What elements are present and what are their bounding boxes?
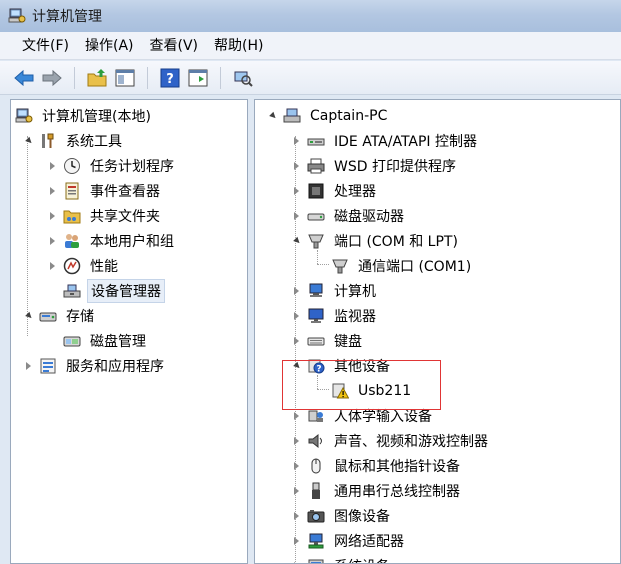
expand-icon[interactable] bbox=[291, 136, 301, 146]
expand-icon[interactable] bbox=[47, 236, 57, 246]
menu-action[interactable]: 操作(A) bbox=[77, 35, 142, 57]
expand-icon[interactable] bbox=[47, 186, 57, 196]
expand-icon[interactable] bbox=[291, 511, 301, 521]
expand-icon[interactable] bbox=[291, 186, 301, 196]
show-hide-tree-icon[interactable] bbox=[113, 66, 137, 90]
collapse-icon[interactable] bbox=[23, 311, 34, 321]
console-tree-pane[interactable]: 计算机管理(本地) 系统工具 任务计划程序 事件查看器 共享文件夹 本地用户和组… bbox=[10, 99, 248, 564]
disk-drive-icon bbox=[307, 207, 325, 225]
tree-item-event-viewer[interactable]: 事件查看器 bbox=[47, 179, 163, 203]
collapse-icon[interactable] bbox=[267, 111, 278, 121]
port-icon bbox=[307, 232, 325, 250]
menu-bar: 文件(F) 操作(A) 查看(V) 帮助(H) bbox=[0, 32, 621, 60]
device-category-usb-controllers[interactable]: 通用串行总线控制器 bbox=[291, 479, 463, 503]
mouse-icon bbox=[307, 457, 325, 475]
tree-item-services-applications[interactable]: 服务和应用程序 bbox=[23, 354, 167, 378]
disk-management-icon bbox=[63, 332, 81, 350]
computer-icon bbox=[307, 282, 325, 300]
help-icon[interactable]: ? bbox=[158, 66, 182, 90]
device-category-processor[interactable]: 处理器 bbox=[291, 179, 379, 203]
tree-item-computer-management[interactable]: 计算机管理(本地) bbox=[15, 104, 154, 128]
expand-icon[interactable] bbox=[291, 311, 301, 321]
up-folder-icon[interactable] bbox=[85, 66, 109, 90]
expand-icon[interactable] bbox=[47, 261, 57, 271]
processor-icon bbox=[307, 182, 325, 200]
tree-item-performance[interactable]: 性能 bbox=[47, 254, 121, 278]
toolbar-separator bbox=[147, 66, 148, 89]
tree-item-disk-management[interactable]: 磁盘管理 bbox=[63, 329, 149, 353]
system-device-icon bbox=[307, 557, 325, 563]
device-category-mice[interactable]: 鼠标和其他指针设备 bbox=[291, 454, 463, 478]
expand-icon[interactable] bbox=[47, 211, 57, 221]
monitor-icon bbox=[307, 307, 325, 325]
expand-icon[interactable] bbox=[291, 161, 301, 171]
computer-management-icon bbox=[15, 107, 33, 125]
clock-icon bbox=[63, 157, 81, 175]
tools-icon bbox=[39, 132, 57, 150]
device-category-imaging[interactable]: 图像设备 bbox=[291, 504, 393, 528]
device-tree-pane[interactable]: Captain-PC IDE ATA/ATAPI 控制器 WSD 打印提供程序 … bbox=[254, 99, 621, 564]
device-category-monitors[interactable]: 监视器 bbox=[291, 304, 379, 328]
tree-item-storage[interactable]: 存储 bbox=[23, 304, 97, 328]
toolbar-separator bbox=[220, 66, 221, 89]
keyboard-icon bbox=[307, 332, 325, 350]
device-manager-icon bbox=[63, 282, 81, 300]
highlight-annotation-box bbox=[282, 360, 441, 410]
back-icon[interactable] bbox=[12, 66, 36, 90]
camera-icon bbox=[307, 507, 325, 525]
collapse-icon[interactable] bbox=[23, 136, 34, 146]
scan-hardware-icon[interactable] bbox=[231, 66, 255, 90]
expand-icon[interactable] bbox=[47, 161, 57, 171]
device-root-captain-pc[interactable]: Captain-PC bbox=[267, 104, 390, 128]
device-category-system-devices[interactable]: 系统设备 bbox=[291, 554, 393, 563]
performance-icon bbox=[63, 257, 81, 275]
menu-view[interactable]: 查看(V) bbox=[142, 35, 207, 57]
expand-icon[interactable] bbox=[291, 536, 301, 546]
window-title: 计算机管理 bbox=[32, 9, 102, 25]
menu-help[interactable]: 帮助(H) bbox=[206, 35, 271, 57]
users-icon bbox=[63, 232, 81, 250]
tree-item-local-users-groups[interactable]: 本地用户和组 bbox=[47, 229, 177, 253]
toolbar-separator bbox=[74, 66, 75, 89]
shared-folder-icon bbox=[63, 207, 81, 225]
storage-icon bbox=[39, 307, 57, 325]
tree-item-system-tools[interactable]: 系统工具 bbox=[23, 129, 125, 153]
expand-icon[interactable] bbox=[23, 361, 33, 371]
expand-icon[interactable] bbox=[291, 411, 301, 421]
tree-item-shared-folders[interactable]: 共享文件夹 bbox=[47, 204, 163, 228]
expand-icon[interactable] bbox=[291, 461, 301, 471]
expand-icon[interactable] bbox=[291, 286, 301, 296]
speaker-icon bbox=[307, 432, 325, 450]
network-adapter-icon bbox=[307, 532, 325, 550]
device-category-sound-video-game[interactable]: 声音、视频和游戏控制器 bbox=[291, 429, 491, 453]
tree-item-task-scheduler[interactable]: 任务计划程序 bbox=[47, 154, 177, 178]
device-category-keyboards[interactable]: 键盘 bbox=[291, 329, 365, 353]
expand-icon[interactable] bbox=[291, 211, 301, 221]
device-com1[interactable]: 通信端口 (COM1) bbox=[331, 254, 474, 278]
svg-text:?: ? bbox=[166, 72, 174, 87]
collapse-icon[interactable] bbox=[291, 236, 302, 246]
tree-item-device-manager[interactable]: 设备管理器 bbox=[63, 279, 165, 303]
ide-controller-icon bbox=[307, 132, 325, 150]
usb-icon bbox=[307, 482, 325, 500]
event-viewer-icon bbox=[63, 182, 81, 200]
expand-icon[interactable] bbox=[291, 336, 301, 346]
forward-icon[interactable] bbox=[40, 66, 64, 90]
port-icon bbox=[331, 257, 349, 275]
action-pane-icon[interactable] bbox=[186, 66, 210, 90]
device-category-wsd-print[interactable]: WSD 打印提供程序 bbox=[291, 154, 459, 178]
services-icon bbox=[39, 357, 57, 375]
expand-icon[interactable] bbox=[291, 486, 301, 496]
title-bar: 计算机管理 bbox=[0, 0, 621, 32]
expand-icon[interactable] bbox=[291, 436, 301, 446]
device-category-computer[interactable]: 计算机 bbox=[291, 279, 379, 303]
menu-file[interactable]: 文件(F) bbox=[14, 35, 77, 57]
toolbar: ? bbox=[0, 61, 621, 95]
computer-icon bbox=[283, 107, 301, 125]
device-category-network-adapters[interactable]: 网络适配器 bbox=[291, 529, 407, 553]
device-category-disk-drives[interactable]: 磁盘驱动器 bbox=[291, 204, 407, 228]
computer-management-icon bbox=[8, 7, 26, 25]
device-category-ide[interactable]: IDE ATA/ATAPI 控制器 bbox=[291, 129, 480, 153]
printer-icon bbox=[307, 157, 325, 175]
